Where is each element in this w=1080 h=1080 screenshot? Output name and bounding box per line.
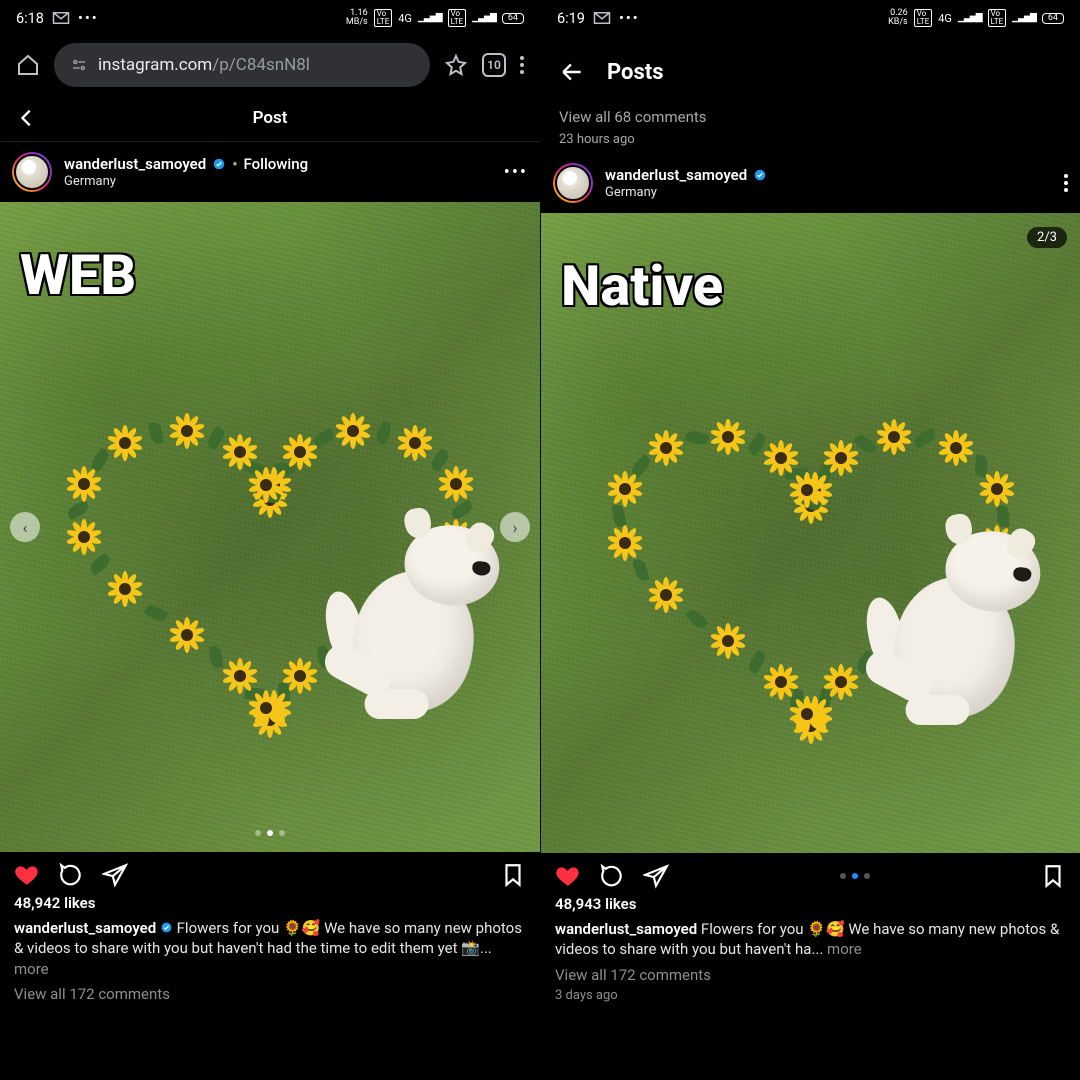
time-ago: 3 days ago — [541, 984, 1080, 1007]
prev-view-comments[interactable]: View all 68 comments — [559, 108, 1062, 126]
post-media[interactable]: WEB ‹ › — [0, 202, 540, 852]
tabs-button[interactable]: 10 — [482, 53, 506, 77]
following-label[interactable]: Following — [244, 155, 309, 173]
post-more-icon[interactable]: ••• — [504, 162, 528, 183]
signal-icon: ▁▃▅▇ — [958, 14, 982, 23]
like-icon[interactable] — [14, 862, 40, 888]
caption-more[interactable]: more — [823, 940, 861, 958]
avatar[interactable] — [12, 152, 52, 192]
caption-more[interactable]: more — [14, 960, 49, 978]
gmail-icon — [52, 11, 70, 25]
avatar[interactable] — [553, 163, 593, 203]
site-settings-icon — [70, 56, 88, 74]
page-title: Post — [0, 108, 540, 128]
username[interactable]: wanderlust_samoyed — [605, 166, 747, 184]
previous-post-tail: View all 68 comments 23 hours ago — [541, 108, 1080, 157]
signal-icon: ▁▃▅▇ — [472, 14, 496, 23]
view-comments[interactable]: View all 172 comments — [0, 979, 540, 1003]
caption[interactable]: wanderlust_samoyed Flowers for you 🌻🥰 We… — [541, 915, 1080, 960]
username[interactable]: wanderlust_samoyed — [64, 155, 206, 173]
gmail-icon — [593, 11, 611, 25]
native-pane: 6:19 ••• 0.26KB/s VoLTE 4G ▁▃▅▇ VoLTE ▁▃… — [540, 0, 1080, 1080]
action-bar — [0, 852, 540, 892]
battery-icon: 64 — [1042, 13, 1064, 24]
prev-time-ago: 23 hours ago — [559, 132, 1062, 147]
carousel-count-badge: 2/3 — [1027, 227, 1067, 248]
status-bar: 6:18 ••• 1.16MB/s VoLTE 4G ▁▃▅▇ VoLTE ▁▃… — [0, 0, 540, 36]
share-icon[interactable] — [643, 863, 669, 889]
comment-icon[interactable] — [599, 863, 625, 889]
post-header: wanderlust_samoyed • Following Germany •… — [0, 142, 540, 202]
verified-badge-icon — [753, 168, 767, 182]
carousel-dots — [840, 873, 870, 879]
status-bar: 6:19 ••• 0.26KB/s VoLTE 4G ▁▃▅▇ VoLTE ▁▃… — [541, 0, 1080, 36]
carousel-prev-icon[interactable]: ‹ — [10, 512, 40, 542]
location[interactable]: Germany — [605, 185, 767, 200]
action-bar — [541, 853, 1080, 893]
net-badge: 4G — [398, 13, 412, 24]
signal-icon: ▁▃▅▇ — [418, 14, 442, 23]
page-title: Posts — [607, 60, 664, 85]
comment-icon[interactable] — [58, 862, 84, 888]
status-time: 6:18 — [16, 10, 44, 27]
post-header: wanderlust_samoyed Germany — [541, 157, 1080, 213]
view-comments[interactable]: View all 172 comments — [541, 960, 1080, 984]
bookmark-star-icon[interactable] — [444, 53, 468, 77]
save-icon[interactable] — [500, 862, 526, 888]
overlay-label: WEB — [20, 242, 136, 308]
likes-count[interactable]: 48,942 likes — [0, 892, 540, 914]
web-pane: 6:18 ••• 1.16MB/s VoLTE 4G ▁▃▅▇ VoLTE ▁▃… — [0, 0, 540, 1080]
post-media[interactable]: Native 2/3 — [541, 213, 1080, 853]
status-more-icon: ••• — [78, 10, 99, 27]
verified-badge-icon — [160, 921, 173, 934]
status-time: 6:19 — [557, 10, 585, 27]
verified-badge-icon — [212, 157, 226, 171]
home-icon[interactable] — [16, 53, 40, 77]
signal-icon: ▁▃▅▇ — [1012, 14, 1036, 23]
overlay-label: Native — [561, 253, 723, 319]
like-icon[interactable] — [555, 863, 581, 889]
location[interactable]: Germany — [64, 174, 308, 189]
status-more-icon: ••• — [619, 10, 640, 27]
native-top-bar: Posts — [541, 36, 1080, 108]
share-icon[interactable] — [102, 862, 128, 888]
likes-count[interactable]: 48,943 likes — [541, 893, 1080, 915]
save-icon[interactable] — [1040, 863, 1066, 889]
browser-bar: instagram.com/p/C84snN8l 10 — [0, 36, 540, 94]
carousel-next-icon[interactable]: › — [500, 512, 530, 542]
net-badge: 4G — [938, 13, 952, 24]
post-more-icon[interactable] — [1064, 171, 1068, 195]
back-arrow-icon[interactable] — [559, 59, 585, 85]
ig-top-bar: Post — [0, 94, 540, 142]
browser-menu-icon[interactable] — [520, 53, 524, 77]
carousel-dots — [255, 830, 285, 836]
caption[interactable]: wanderlust_samoyed Flowers for you 🌻🥰 We… — [0, 914, 540, 979]
battery-icon: 64 — [502, 13, 524, 24]
url-bar[interactable]: instagram.com/p/C84snN8l — [54, 43, 430, 87]
